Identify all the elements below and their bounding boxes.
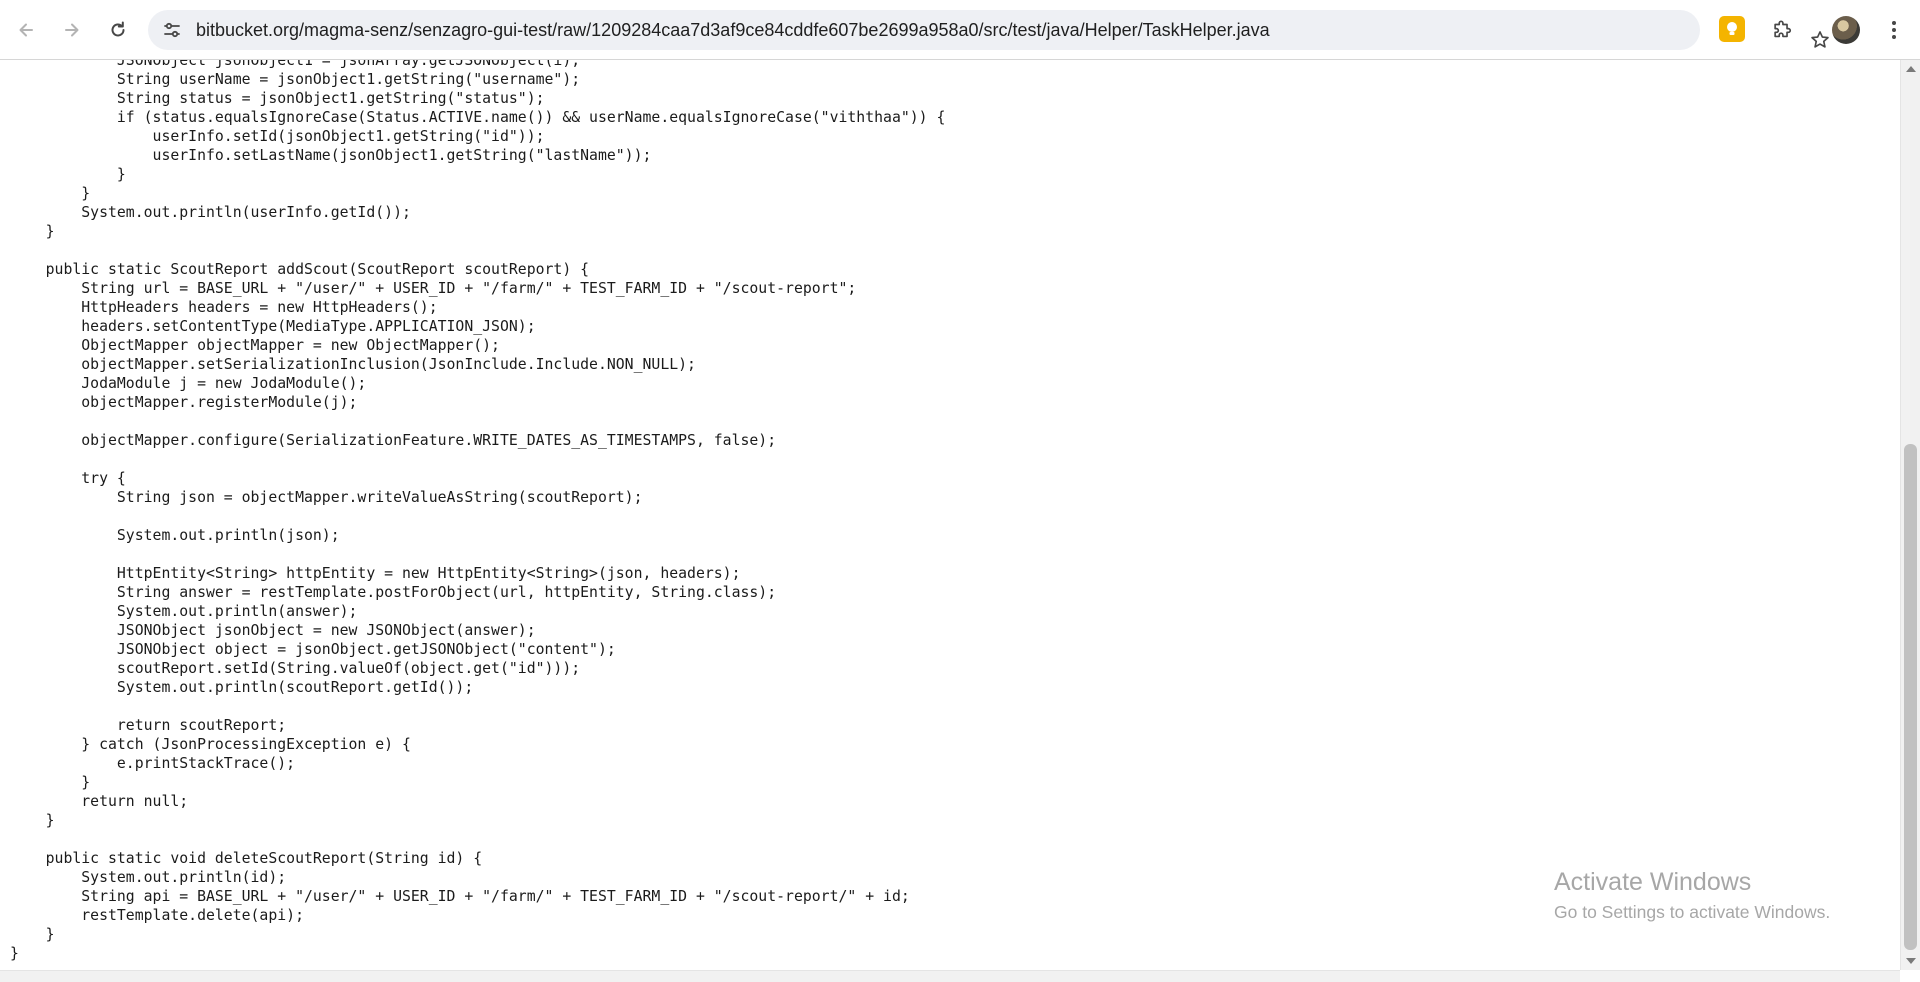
code-line: JodaModule j = new JodaModule(); (10, 375, 367, 392)
code-line: objectMapper.registerModule(j); (10, 394, 358, 411)
watermark-title: Activate Windows (1554, 868, 1752, 896)
horizontal-scrollbar[interactable] (0, 970, 1900, 982)
code-line: String json = objectMapper.writeValueAsS… (10, 489, 643, 506)
code-block: JSONObject jsonObject1 = jsonArray.getJS… (10, 60, 945, 963)
vertical-scrollbar[interactable] (1900, 60, 1920, 970)
watermark-subtitle: Go to Settings to activate Windows. (1554, 902, 1831, 922)
forward-button[interactable] (54, 12, 90, 48)
code-line: restTemplate.delete(api); (10, 907, 304, 924)
code-line: String answer = restTemplate.postForObje… (10, 584, 777, 601)
code-line: userInfo.setLastName(jsonObject1.getStri… (10, 147, 652, 164)
code-line: e.printStackTrace(); (10, 755, 296, 772)
star-icon (1811, 31, 1829, 48)
raw-file-content: JSONObject jsonObject1 = jsonArray.getJS… (0, 60, 1900, 970)
code-line: } (10, 185, 91, 202)
code-line: } (10, 166, 126, 183)
code-line: try { (10, 470, 126, 487)
browser-toolbar: bitbucket.org/magma-senz/senzagro-gui-te… (0, 0, 1920, 60)
scroll-up-arrow-icon[interactable] (1906, 66, 1916, 72)
code-line: JSONObject object = jsonObject.getJSONOb… (10, 641, 616, 658)
arrow-right-icon (65, 23, 79, 37)
code-line: ​ (10, 830, 945, 849)
code-line: ​ (10, 450, 945, 469)
puzzle-icon (1774, 20, 1792, 38)
activate-windows-watermark: Activate Windows Go to Settings to activ… (1554, 866, 1830, 924)
code-line: return scoutReport; (10, 717, 287, 734)
code-line: } (10, 223, 55, 240)
reload-icon (111, 21, 125, 37)
code-line: String url = BASE_URL + "/user/" + USER_… (10, 280, 857, 297)
code-line: System.out.println(userInfo.getId()); (10, 204, 411, 221)
code-line: System.out.println(json); (10, 527, 340, 544)
code-line: String userName = jsonObject1.getString(… (10, 71, 581, 88)
code-line: ​ (10, 241, 945, 260)
code-line: ​ (10, 545, 945, 564)
avatar[interactable] (1832, 16, 1860, 44)
code-line: System.out.println(scoutReport.getId()); (10, 679, 474, 696)
code-line: } catch (JsonProcessingException e) { (10, 736, 411, 753)
code-line: } (10, 945, 19, 962)
url-text[interactable]: bitbucket.org/magma-senz/senzagro-gui-te… (196, 10, 1270, 50)
code-line: ObjectMapper objectMapper = new ObjectMa… (10, 337, 500, 354)
code-line: return null; (10, 793, 189, 810)
arrow-left-icon (19, 23, 33, 37)
code-line: public static ScoutReport addScout(Scout… (10, 261, 590, 278)
address-bar[interactable]: bitbucket.org/magma-senz/senzagro-gui-te… (148, 10, 1829, 50)
scroll-thumb[interactable] (1904, 444, 1917, 950)
code-line: public static void deleteScoutReport(Str… (10, 850, 483, 867)
code-line: String status = jsonObject1.getString("s… (10, 90, 545, 107)
code-line: ​ (10, 412, 945, 431)
code-line: String api = BASE_URL + "/user/" + USER_… (10, 888, 910, 905)
code-line: HttpEntity<String> httpEntity = new Http… (10, 565, 741, 582)
browser-menu-button[interactable] (1876, 12, 1912, 48)
code-line: userInfo.setId(jsonObject1.getString("id… (10, 128, 545, 145)
code-line: } (10, 812, 55, 829)
code-line: headers.setContentType(MediaType.APPLICA… (10, 318, 536, 335)
code-line: JSONObject jsonObject = new JSONObject(a… (10, 622, 536, 639)
code-line: System.out.println(answer); (10, 603, 358, 620)
code-line: scoutReport.setId(String.valueOf(object.… (10, 660, 581, 677)
scroll-down-arrow-icon[interactable] (1906, 958, 1916, 964)
code-line: ​ (10, 507, 945, 526)
kebab-menu-icon (1892, 21, 1896, 39)
reload-button[interactable] (100, 12, 136, 48)
tune-icon (164, 22, 180, 38)
extensions-button[interactable] (1764, 12, 1800, 48)
code-line: System.out.println(id); (10, 869, 287, 886)
code-line: if (status.equalsIgnoreCase(Status.ACTIV… (10, 109, 946, 126)
lightbulb-icon (1727, 22, 1737, 35)
code-line: ​ (10, 697, 945, 716)
site-info-button[interactable] (160, 18, 184, 42)
keep-extension-icon[interactable] (1719, 16, 1745, 42)
code-line: HttpHeaders headers = new HttpHeaders(); (10, 299, 438, 316)
back-button[interactable] (8, 12, 44, 48)
code-line: objectMapper.configure(SerializationFeat… (10, 432, 777, 449)
code-line: } (10, 774, 91, 791)
code-line: JSONObject jsonObject1 = jsonArray.getJS… (10, 60, 581, 69)
code-line: objectMapper.setSerializationInclusion(J… (10, 356, 696, 373)
code-line: } (10, 926, 55, 943)
